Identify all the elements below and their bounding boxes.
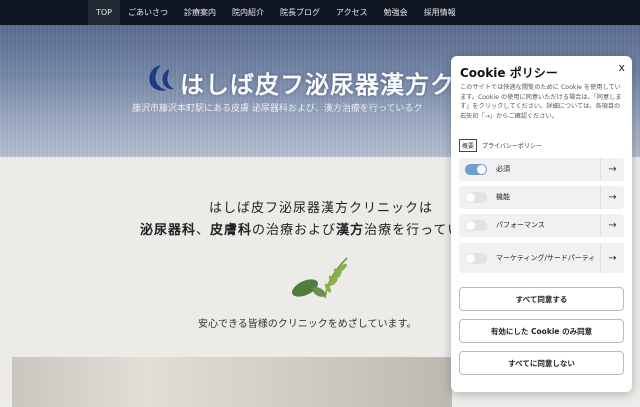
clinic-tagline: 安心できる皆様のクリニックをめざしています。 [198,319,417,330]
accept-all-button[interactable]: すべて同意する [459,287,624,311]
category-label: 必須 [496,165,510,173]
intro-line-1: はしば皮フ泌尿器漢方クリニックは [209,201,434,216]
intro-kampo: 漢方 [336,223,365,238]
nav-item-access[interactable]: アクセス [328,0,376,25]
performance-toggle[interactable] [465,220,487,231]
cookie-category-performance[interactable]: パフォーマンス → [459,214,624,237]
arrow-right-icon[interactable]: → [600,214,624,237]
cookie-category-required[interactable]: 必須 → [459,158,624,181]
cookie-links: 概要 プライバシーポリシー [459,139,542,152]
leaf-illustration-icon [291,257,348,299]
marketing-toggle[interactable] [465,252,487,264]
category-label: パフォーマンス [496,221,545,229]
cookie-category-marketing[interactable]: マーケティング/サードパーティ → [459,243,624,273]
accept-enabled-button[interactable]: 有効にした Cookie のみ同意 [459,319,624,343]
intro-comma: 、 [196,223,211,238]
overview-link[interactable]: 概要 [459,139,478,152]
toggle-knob [466,193,475,202]
close-icon[interactable]: x [618,61,625,74]
nav-item-director-blog[interactable]: 院長ブログ [272,0,328,25]
nav-item-top[interactable]: TOP [88,0,121,25]
functional-toggle[interactable] [465,192,487,203]
nav-item-study[interactable]: 勉強会 [376,0,416,25]
intro-urology: 泌尿器科 [140,223,197,238]
clinic-logo-icon[interactable] [143,63,177,93]
arrow-right-icon[interactable]: → [600,158,624,181]
intro-dermatology: 皮膚科 [210,223,253,238]
toggle-knob [477,165,486,174]
cookie-category-functional[interactable]: 機能 → [459,186,624,209]
required-toggle[interactable] [465,164,487,175]
toggle-knob [466,253,475,263]
intro-rest: 治療を行ってい [364,223,462,238]
arrow-right-icon[interactable]: → [600,243,624,273]
privacy-policy-link[interactable]: プライバシーポリシー [482,141,542,150]
nav-item-clinic-intro[interactable]: 院内紹介 [224,0,272,25]
hero-subtitle: 藤沢市藤沢本町駅にある皮膚 泌尿器科および、漢方治療を行っているク [132,104,423,114]
cookie-description: このサイトでは快適な閲覧のために Cookie を使用しています。Cookie … [460,84,622,120]
top-nav: TOP ごあいさつ 診療案内 院内紹介 院長ブログ アクセス 勉強会 採用情報 [0,0,640,25]
category-label: マーケティング/サードパーティ [496,253,596,262]
arrow-right-icon[interactable]: → [600,186,624,209]
cookie-policy-dialog: Cookie ポリシー x このサイトでは快適な閲覧のために Cookie を使… [451,56,632,392]
intro-treatment: の治療および [252,223,337,238]
intro-line-2: 泌尿器科、皮膚科の治療および漢方治療を行ってい [140,219,461,238]
category-label: 機能 [496,193,510,201]
reject-all-button[interactable]: すべてに同意しない [459,351,624,375]
toggle-knob [466,221,475,230]
nav-item-greeting[interactable]: ごあいさつ [120,0,176,25]
cookie-title: Cookie ポリシー [460,66,558,80]
nav-item-recruit[interactable]: 採用情報 [416,0,464,25]
nav-item-medical-guide[interactable]: 診療案内 [176,0,224,25]
